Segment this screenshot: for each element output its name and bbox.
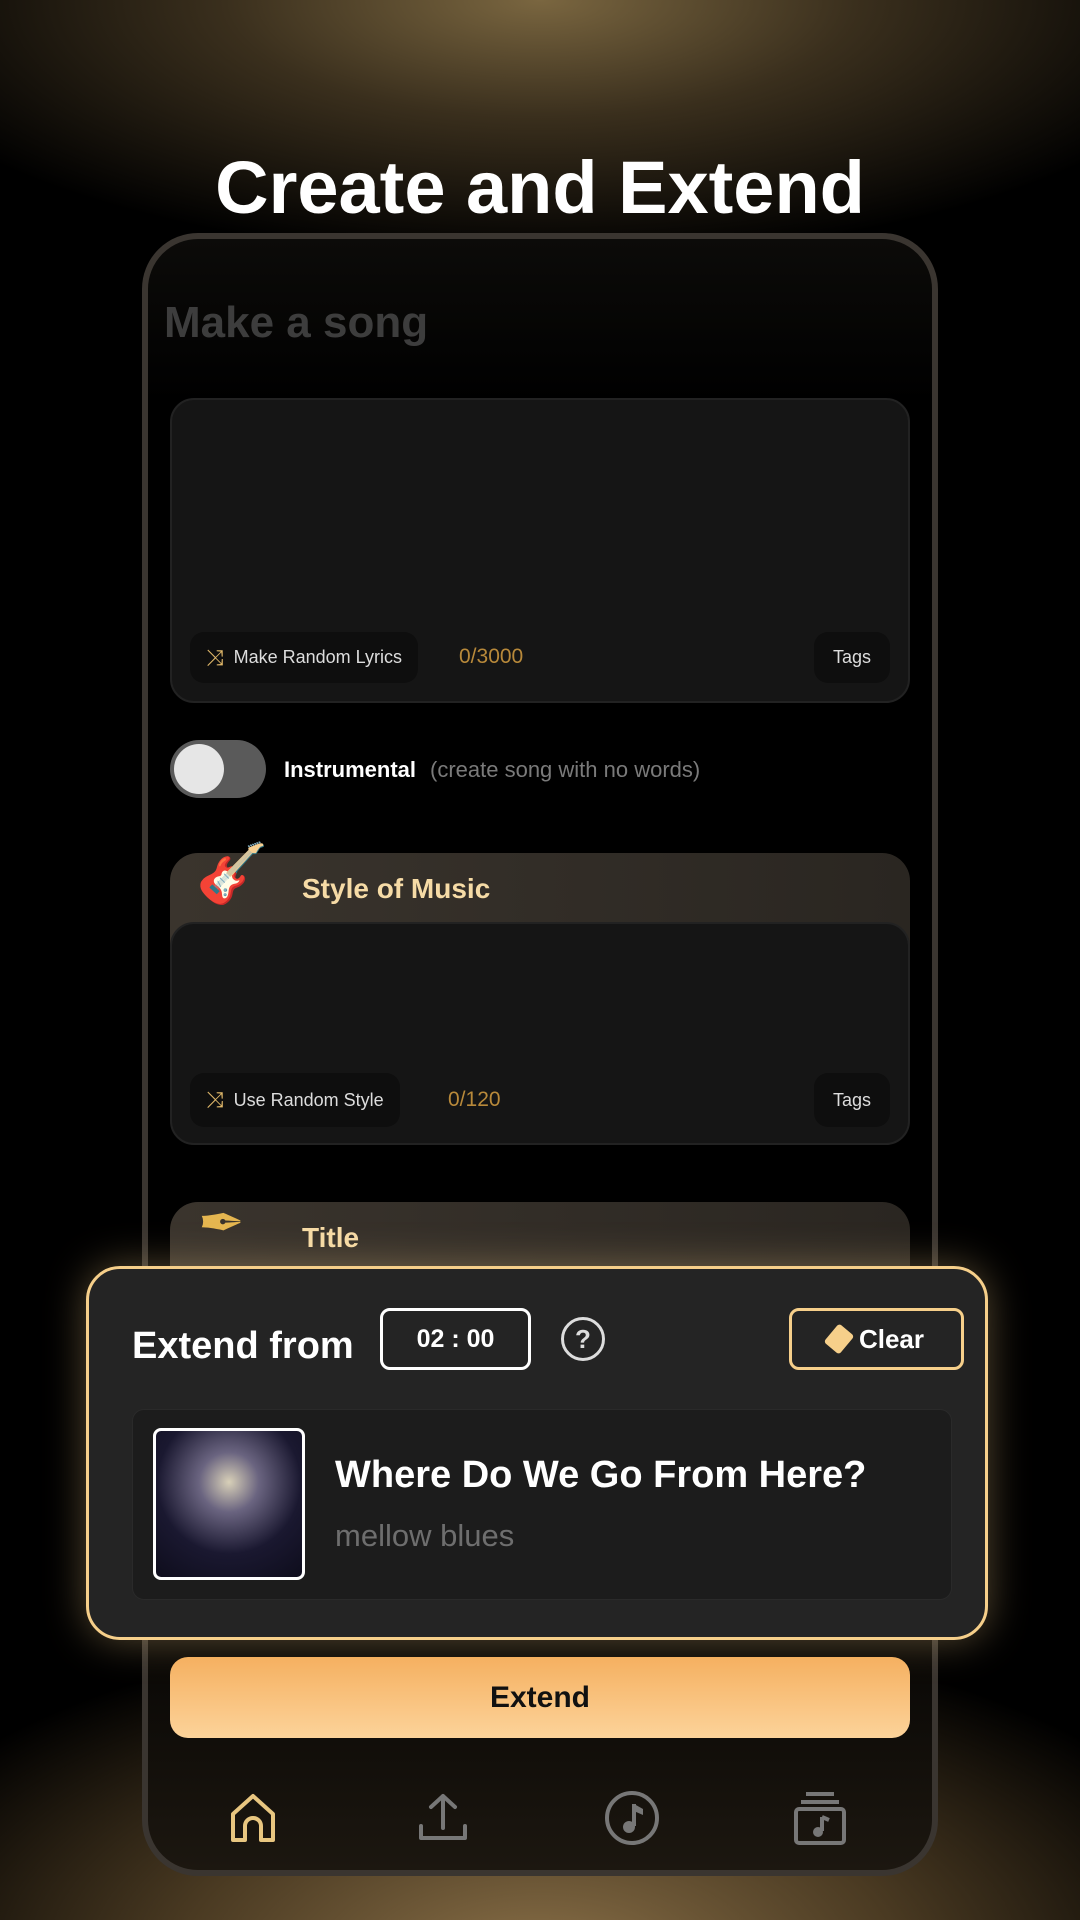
eraser-icon xyxy=(823,1323,855,1355)
clear-button[interactable]: Clear xyxy=(789,1308,964,1370)
extend-panel: Extend from 02 : 00 ? Clear Where Do We … xyxy=(86,1266,988,1640)
shuffle-icon: ⤨ xyxy=(206,644,224,670)
lyrics-counter: 0/3000 xyxy=(459,645,524,668)
library-icon[interactable] xyxy=(792,1790,848,1846)
lyrics-tags-button[interactable]: Tags xyxy=(814,632,890,683)
button-label: Make Random Lyrics xyxy=(233,647,402,667)
upload-icon[interactable] xyxy=(415,1790,471,1846)
make-random-lyrics-button[interactable]: ⤨ Make Random Lyrics xyxy=(190,632,418,683)
home-icon[interactable] xyxy=(225,1790,281,1846)
song-card[interactable]: Where Do We Go From Here? mellow blues xyxy=(132,1409,952,1600)
page-title: Make a song xyxy=(164,298,429,347)
instrumental-hint: (create song with no words) xyxy=(430,757,701,782)
guitar-icon: 🎸 xyxy=(196,841,269,906)
button-label: Use Random Style xyxy=(233,1089,384,1110)
album-cover xyxy=(153,1428,305,1580)
toggle-knob xyxy=(174,744,224,794)
instrumental-label: Instrumental xyxy=(284,757,417,782)
clear-label: Clear xyxy=(858,1323,925,1354)
extend-time-input[interactable]: 02 : 00 xyxy=(380,1308,531,1370)
shuffle-icon: ⤨ xyxy=(206,1087,224,1112)
style-counter: 0/120 xyxy=(448,1088,501,1111)
extend-from-label: Extend from xyxy=(132,1325,354,1367)
help-icon[interactable]: ? xyxy=(561,1317,605,1361)
headline: Create and Extend xyxy=(215,146,865,229)
style-section-title: Style of Music xyxy=(302,873,491,904)
song-style: mellow blues xyxy=(335,1518,515,1553)
style-tags-button[interactable]: Tags xyxy=(814,1073,890,1127)
extend-button[interactable]: Extend xyxy=(170,1657,910,1738)
song-title: Where Do We Go From Here? xyxy=(335,1454,867,1496)
use-random-style-button[interactable]: ⤨ Use Random Style xyxy=(190,1073,400,1127)
music-note-icon[interactable] xyxy=(604,1790,660,1846)
title-section-title: Title xyxy=(302,1222,360,1253)
instrumental-toggle[interactable] xyxy=(170,740,266,798)
pen-nib-icon: ✒ xyxy=(198,1191,245,1254)
